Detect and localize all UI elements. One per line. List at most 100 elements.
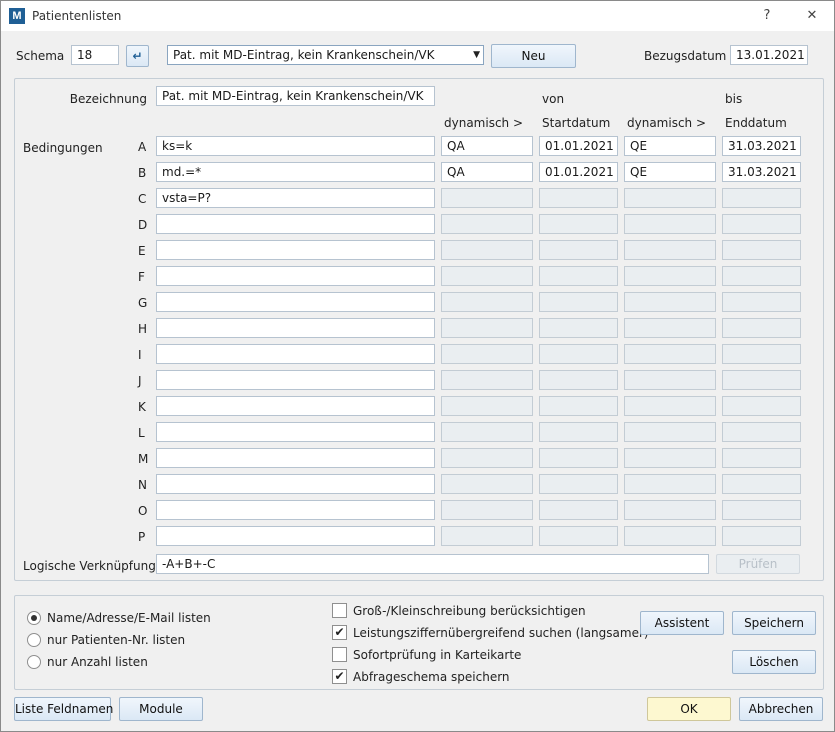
expression-input[interactable] (156, 500, 435, 520)
radio-button[interactable] (27, 655, 41, 669)
module-button[interactable]: Module (119, 697, 203, 721)
startdatum-input[interactable] (539, 188, 618, 208)
abbrechen-button[interactable]: Abbrechen (739, 697, 823, 721)
startdatum-input[interactable] (539, 292, 618, 312)
close-button[interactable]: ✕ (798, 4, 826, 28)
expression-input[interactable] (156, 266, 435, 286)
checkbox-label[interactable]: Sofortprüfung in Karteikarte (353, 648, 521, 662)
dynamisch-bis-input[interactable] (624, 188, 716, 208)
dynamisch-von-input[interactable] (441, 422, 533, 442)
expression-input[interactable] (156, 370, 435, 390)
startdatum-input[interactable] (539, 344, 618, 364)
enddatum-input[interactable] (722, 526, 801, 546)
dynamisch-von-input[interactable]: QA (441, 162, 533, 182)
expression-input[interactable] (156, 474, 435, 494)
dynamisch-bis-input[interactable] (624, 370, 716, 390)
dynamisch-von-input[interactable] (441, 188, 533, 208)
dynamisch-bis-input[interactable]: QE (624, 136, 716, 156)
startdatum-input[interactable] (539, 448, 618, 468)
assistent-button[interactable]: Assistent (640, 611, 724, 635)
radio-label[interactable]: Name/Adresse/E-Mail listen (47, 611, 211, 625)
checkbox[interactable] (332, 603, 347, 618)
dynamisch-von-input[interactable] (441, 292, 533, 312)
enddatum-input[interactable] (722, 474, 801, 494)
dynamisch-bis-input[interactable] (624, 240, 716, 260)
dynamisch-bis-input[interactable] (624, 318, 716, 338)
checkbox[interactable]: ✔ (332, 669, 347, 684)
expression-input[interactable] (156, 292, 435, 312)
startdatum-input[interactable] (539, 422, 618, 442)
new-button[interactable]: Neu (491, 44, 576, 68)
enddatum-input[interactable] (722, 188, 801, 208)
dynamisch-von-input[interactable] (441, 240, 533, 260)
startdatum-input[interactable] (539, 396, 618, 416)
startdatum-input[interactable]: 01.01.2021 (539, 136, 618, 156)
startdatum-input[interactable] (539, 266, 618, 286)
dynamisch-bis-input[interactable] (624, 292, 716, 312)
dynamisch-von-input[interactable] (441, 448, 533, 468)
dynamisch-von-input[interactable] (441, 344, 533, 364)
dynamisch-bis-input[interactable] (624, 500, 716, 520)
bezeichnung-input[interactable]: Pat. mit MD-Eintrag, kein Krankenschein/… (156, 86, 435, 106)
enddatum-input[interactable] (722, 344, 801, 364)
expression-input[interactable] (156, 422, 435, 442)
enddatum-input[interactable] (722, 396, 801, 416)
startdatum-input[interactable]: 01.01.2021 (539, 162, 618, 182)
startdatum-input[interactable] (539, 318, 618, 338)
dynamisch-bis-input[interactable]: QE (624, 162, 716, 182)
dynamisch-von-input[interactable]: QA (441, 136, 533, 156)
help-button[interactable]: ? (753, 4, 781, 28)
startdatum-input[interactable] (539, 500, 618, 520)
dynamisch-bis-input[interactable] (624, 396, 716, 416)
dynamisch-von-input[interactable] (441, 474, 533, 494)
dynamisch-von-input[interactable] (441, 370, 533, 390)
dynamisch-von-input[interactable] (441, 396, 533, 416)
dynamisch-von-input[interactable] (441, 266, 533, 286)
checkbox[interactable] (332, 647, 347, 662)
ok-button[interactable]: OK (647, 697, 731, 721)
dynamisch-von-input[interactable] (441, 500, 533, 520)
expression-input[interactable]: ks=k (156, 136, 435, 156)
liste-feldnamen-button[interactable]: Liste Feldnamen (14, 697, 113, 721)
dynamisch-bis-input[interactable] (624, 448, 716, 468)
enddatum-input[interactable] (722, 422, 801, 442)
schema-input[interactable]: 18 (71, 45, 119, 65)
loeschen-button[interactable]: Löschen (732, 650, 816, 674)
logic-input[interactable]: -A+B+-C (156, 554, 709, 574)
expression-input[interactable] (156, 214, 435, 234)
enddatum-input[interactable] (722, 370, 801, 390)
expression-input[interactable] (156, 240, 435, 260)
speichern-button[interactable]: Speichern (732, 611, 816, 635)
startdatum-input[interactable] (539, 474, 618, 494)
expression-input[interactable] (156, 448, 435, 468)
dynamisch-bis-input[interactable] (624, 214, 716, 234)
expression-input[interactable] (156, 396, 435, 416)
pruefen-button[interactable]: Prüfen (716, 554, 800, 574)
enddatum-input[interactable] (722, 500, 801, 520)
enddatum-input[interactable] (722, 292, 801, 312)
dynamisch-von-input[interactable] (441, 318, 533, 338)
enddatum-input[interactable] (722, 214, 801, 234)
enter-button[interactable]: ↵ (126, 45, 149, 67)
radio-button[interactable] (27, 611, 41, 625)
expression-input[interactable]: md.=* (156, 162, 435, 182)
expression-input[interactable]: vsta=P? (156, 188, 435, 208)
radio-label[interactable]: nur Patienten-Nr. listen (47, 633, 185, 647)
startdatum-input[interactable] (539, 526, 618, 546)
checkbox-label[interactable]: Abfrageschema speichern (353, 670, 510, 684)
expression-input[interactable] (156, 344, 435, 364)
radio-label[interactable]: nur Anzahl listen (47, 655, 148, 669)
dynamisch-bis-input[interactable] (624, 422, 716, 442)
dynamisch-bis-input[interactable] (624, 474, 716, 494)
bezugsdatum-input[interactable]: 13.01.2021 (730, 45, 808, 65)
enddatum-input[interactable] (722, 240, 801, 260)
dynamisch-bis-input[interactable] (624, 526, 716, 546)
dynamisch-von-input[interactable] (441, 214, 533, 234)
enddatum-input[interactable]: 31.03.2021 (722, 136, 801, 156)
expression-input[interactable] (156, 318, 435, 338)
expression-input[interactable] (156, 526, 435, 546)
enddatum-input[interactable] (722, 318, 801, 338)
dynamisch-von-input[interactable] (441, 526, 533, 546)
startdatum-input[interactable] (539, 240, 618, 260)
enddatum-input[interactable] (722, 448, 801, 468)
